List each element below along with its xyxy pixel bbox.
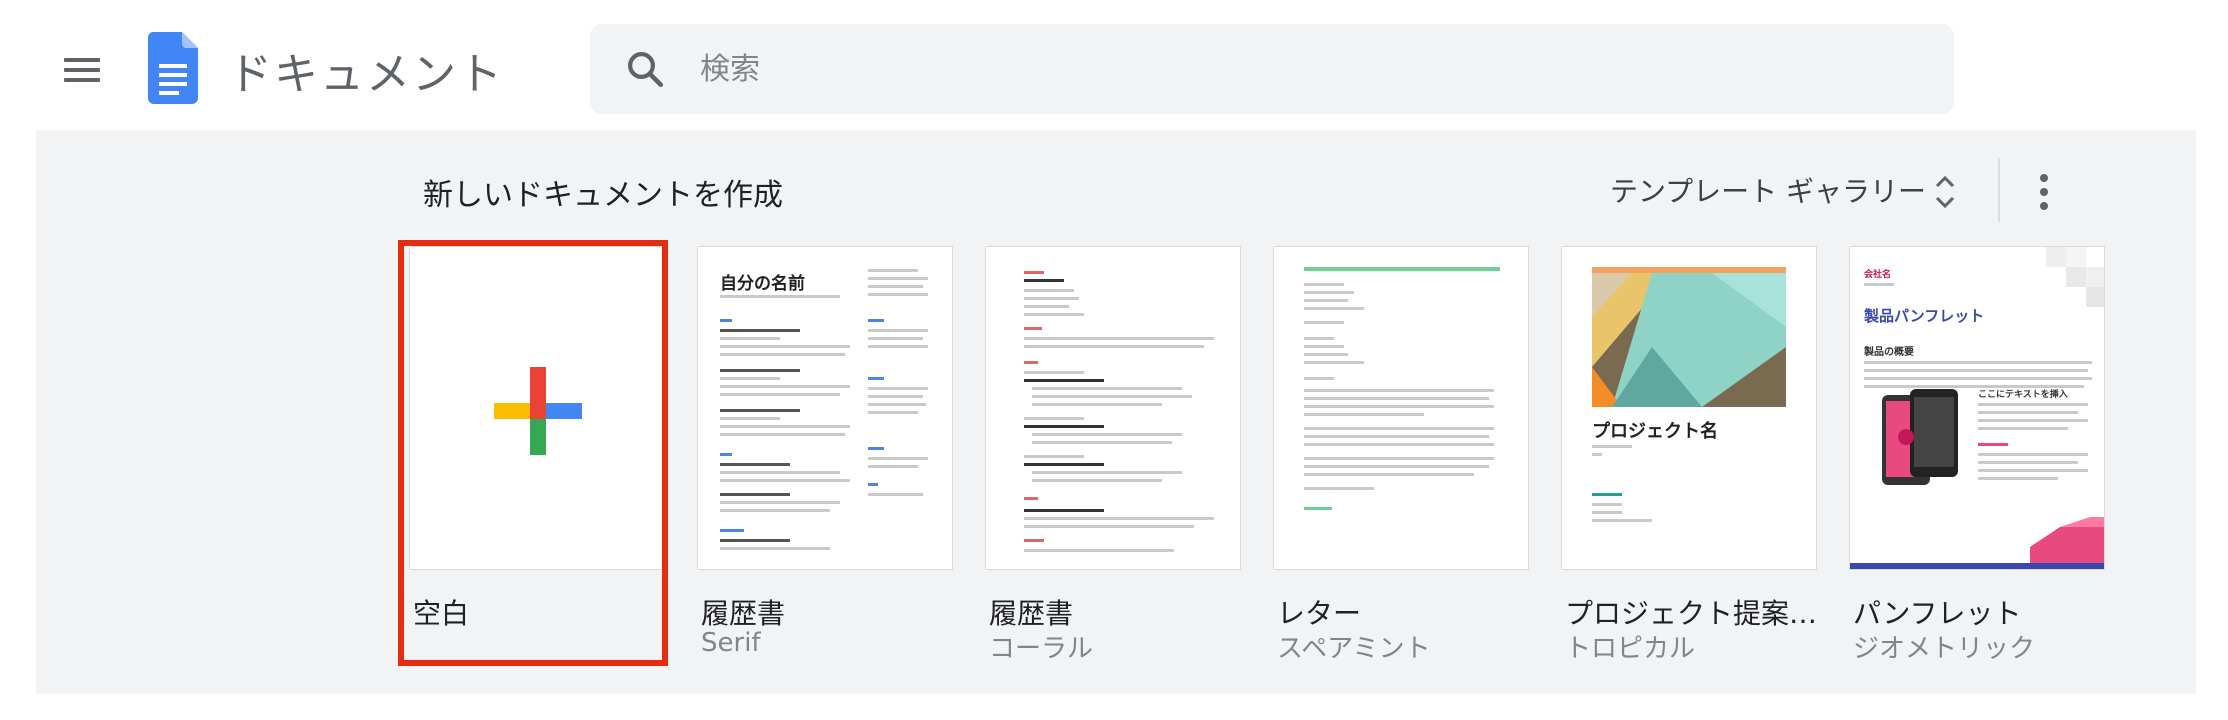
template-thumbnail[interactable]: 自分の名前 <box>697 246 953 570</box>
search-icon[interactable] <box>624 48 666 90</box>
search-input[interactable] <box>700 40 1900 98</box>
google-docs-icon[interactable] <box>148 32 198 104</box>
template-gallery-toggle[interactable]: テンプレート ギャラリー <box>1610 170 1926 210</box>
thumb-heading: プロジェクト名 <box>1592 421 1718 442</box>
top-bar: ドキュメント <box>0 0 2228 130</box>
tropical-graphic <box>1592 267 1786 407</box>
template-subtitle: トロピカル <box>1565 634 1696 664</box>
more-vert-icon[interactable] <box>2036 170 2052 214</box>
toolbar-divider <box>1998 158 2000 222</box>
geometric-footer <box>1850 517 2104 569</box>
app-title[interactable]: ドキュメント <box>228 38 504 102</box>
thumb-section: 製品の概要 <box>1864 347 1914 358</box>
template-thumbnail[interactable] <box>1273 246 1529 570</box>
geometric-corner <box>2046 247 2104 307</box>
phone-image <box>1882 389 1958 485</box>
search-bar[interactable] <box>590 24 1954 114</box>
template-thumbnail[interactable] <box>409 246 665 570</box>
template-subtitle: ジオメトリック <box>1853 634 2036 664</box>
template-title: 空白 <box>413 597 470 630</box>
template-thumbnail[interactable]: プロジェクト名 <box>1561 246 1817 570</box>
plus-icon <box>494 367 582 455</box>
template-subtitle: コーラル <box>989 634 1094 664</box>
hamburger-menu-icon[interactable] <box>60 48 104 92</box>
thumb-company: 会社名 <box>1864 270 1892 280</box>
section-title: 新しいドキュメントを作成 <box>423 178 783 213</box>
template-title: レター <box>1277 597 1362 630</box>
template-subtitle: Serif <box>701 628 761 658</box>
template-title: パンフレット <box>1853 597 2022 630</box>
thumb-heading: 自分の名前 <box>720 274 805 294</box>
template-subtitle: スペアミント <box>1277 634 1431 664</box>
template-title: 履歴書 <box>989 597 1074 630</box>
template-title: 履歴書 <box>701 597 786 630</box>
template-thumbnail[interactable] <box>985 246 1241 570</box>
thumb-text: ここにテキストを挿入 <box>1978 390 2068 400</box>
thumb-heading: 製品パンフレット <box>1864 307 1985 325</box>
template-title: プロジェクト提案… <box>1565 597 1818 630</box>
unfold-icon[interactable] <box>1933 170 1957 214</box>
template-gallery: 新しいドキュメントを作成 テンプレート ギャラリー 空白 自分の名前 履歴書 S… <box>36 130 2196 694</box>
template-thumbnail[interactable]: 会社名 製品パンフレット 製品の概要 ここにテキストを挿入 <box>1849 246 2105 570</box>
